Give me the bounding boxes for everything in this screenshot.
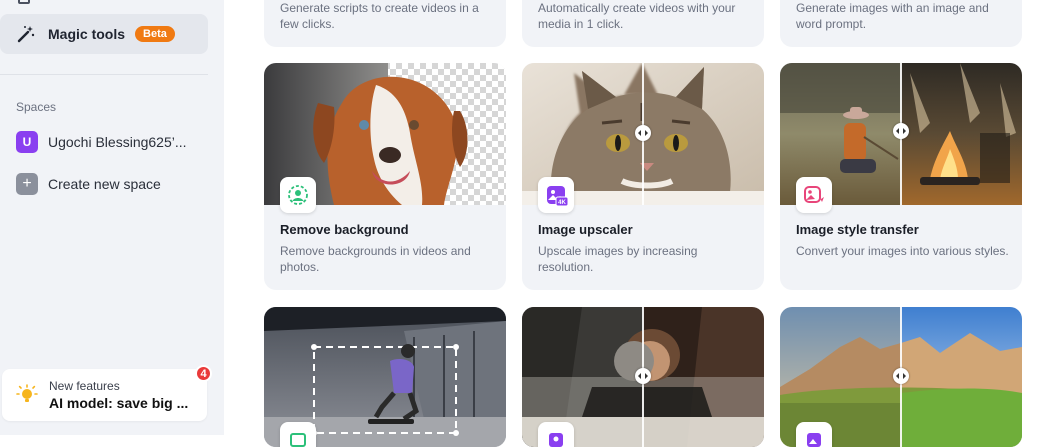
sidebar-item-label: Magic tools	[48, 26, 126, 42]
compare-handle-icon[interactable]	[893, 123, 909, 139]
compare-handle-icon[interactable]	[635, 368, 651, 384]
tool-card-desc: Automatically create videos with your me…	[538, 1, 736, 31]
upscale-4k-icon: 4K	[538, 177, 574, 213]
tool-card-image-style-transfer[interactable]: Image style transfer Convert your images…	[780, 63, 1022, 290]
tool-card-desc: Generate scripts to create videos in a f…	[280, 1, 479, 31]
lightbulb-icon	[16, 384, 38, 402]
tool-card-ai-script[interactable]: Generate scripts to create videos in a f…	[264, 0, 506, 47]
tool-card-desc: Remove backgrounds in videos and photos.	[280, 244, 471, 274]
tool-card-title: Remove background	[280, 222, 409, 237]
style-transfer-icon	[796, 177, 832, 213]
compare-handle-icon[interactable]	[893, 368, 909, 384]
space-label: Ugochi Blessing625’...	[48, 134, 187, 150]
new-features-label: New features	[49, 379, 120, 393]
new-features-card[interactable]: New features AI model: save big ...	[2, 369, 207, 421]
tool-card-desc: Convert your images into various styles.	[796, 244, 1009, 258]
upscale-icon-label: 4K	[558, 200, 566, 206]
new-features-headline: AI model: save big ...	[49, 395, 189, 411]
sidebar: Magic tools Beta Spaces U Ugochi Blessin…	[0, 0, 224, 435]
plus-icon: +	[16, 173, 38, 195]
tool-card-title: Image upscaler	[538, 222, 633, 237]
tool-card-desc: Generate images with an image and word p…	[796, 1, 989, 31]
tool-card-image-upscaler[interactable]: 4K Image upscaler Upscale images by incr…	[522, 63, 764, 290]
nav-item-icon-partial	[18, 0, 30, 4]
tool-card-remove-background[interactable]: Remove background Remove backgrounds in …	[264, 63, 506, 290]
sidebar-divider	[0, 74, 208, 75]
sidebar-item-magic-tools[interactable]: Magic tools Beta	[0, 14, 208, 54]
create-space-button[interactable]: + Create new space	[16, 173, 161, 195]
magic-wand-icon	[17, 26, 35, 43]
tool-card-image-generator[interactable]: Generate images with an image and word p…	[780, 0, 1022, 47]
tool-card-auto-video[interactable]: Automatically create videos with your me…	[522, 0, 764, 47]
tool-card-title: Image style transfer	[796, 222, 919, 237]
create-space-label: Create new space	[48, 176, 161, 192]
tool-card-photo-restore[interactable]	[522, 307, 764, 447]
remove-background-icon	[280, 177, 316, 213]
notification-badge: 4	[195, 365, 212, 382]
tool-card-video-crop[interactable]	[264, 307, 506, 447]
beta-badge: Beta	[135, 26, 175, 42]
tool-card-desc: Upscale images by increasing resolution.	[538, 244, 698, 274]
compare-handle-icon[interactable]	[635, 125, 651, 141]
spaces-heading: Spaces	[16, 100, 57, 114]
space-item-ugochi[interactable]: U Ugochi Blessing625’...	[16, 131, 187, 153]
space-avatar: U	[16, 131, 38, 153]
tool-card-landscape[interactable]	[780, 307, 1022, 447]
